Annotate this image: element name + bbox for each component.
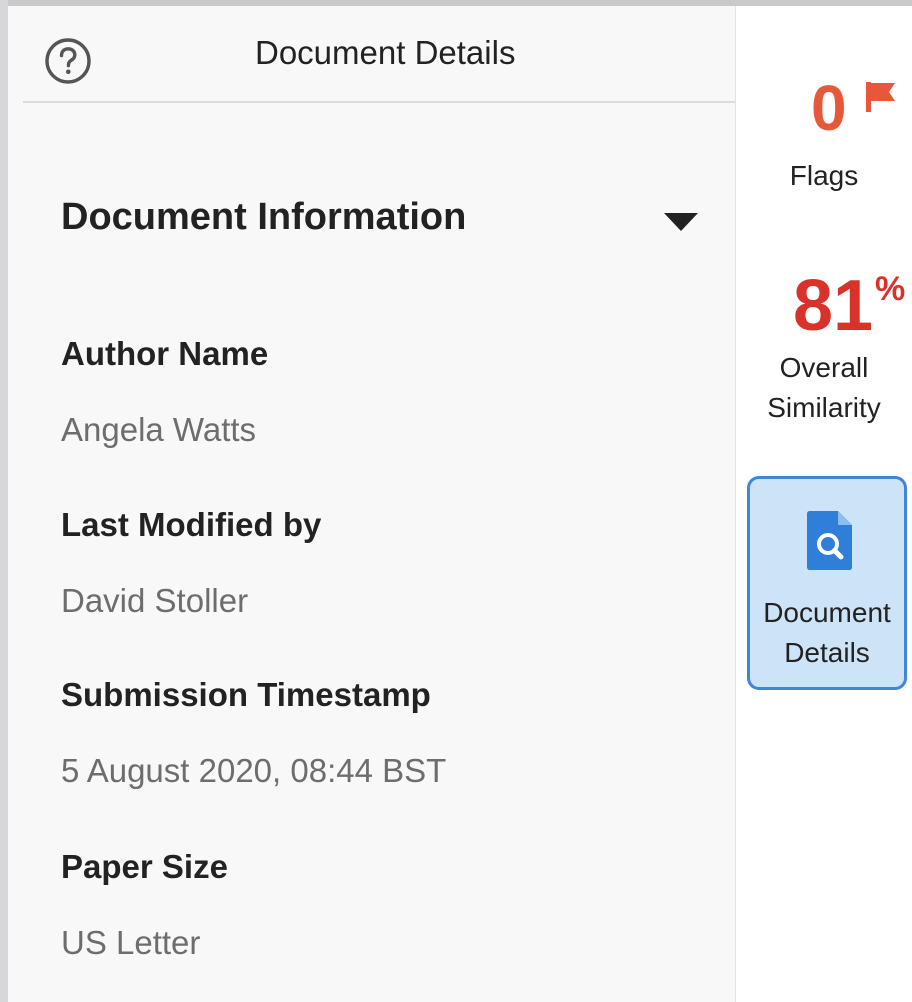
flags-count: 0 bbox=[811, 72, 847, 144]
author-name-label: Author Name bbox=[61, 335, 269, 372]
panel-title: Document Details bbox=[255, 34, 516, 71]
flag-icon bbox=[866, 82, 895, 112]
section-title-document-information: Document Information bbox=[61, 196, 467, 238]
similarity-label-line-2: Similarity bbox=[767, 392, 881, 423]
similarity-score[interactable]: 81 bbox=[793, 264, 873, 348]
flags-widget[interactable]: 0 Flags bbox=[736, 70, 912, 200]
similarity-percent-sign: % bbox=[875, 270, 906, 308]
submission-timestamp-label: Submission Timestamp bbox=[61, 676, 431, 713]
caret-down-icon[interactable] bbox=[664, 213, 698, 233]
document-search-icon bbox=[807, 511, 852, 570]
document-details-button[interactable]: Document Details bbox=[747, 476, 907, 690]
document-details-panel: Document Details Document Information Au… bbox=[8, 6, 736, 1002]
details-label-line-1: Document bbox=[763, 597, 891, 628]
panel-header: Document Details bbox=[23, 6, 735, 103]
similarity-label-line-1: Overall bbox=[779, 352, 869, 383]
left-edge bbox=[0, 0, 8, 1002]
paper-size-label: Paper Size bbox=[61, 848, 228, 885]
last-modified-value: David Stoller bbox=[61, 582, 249, 619]
submission-timestamp-value: 5 August 2020, 08:44 BST bbox=[61, 752, 447, 789]
author-name-value: Angela Watts bbox=[61, 411, 257, 448]
flags-label: Flags bbox=[789, 160, 859, 191]
details-label-line-2: Details bbox=[784, 637, 870, 668]
question-circle-icon[interactable] bbox=[43, 36, 93, 86]
last-modified-label: Last Modified by bbox=[61, 506, 322, 543]
right-rail: 0 Flags 81 % Overall Similarity Document… bbox=[736, 6, 912, 1002]
paper-size-value: US Letter bbox=[61, 924, 201, 961]
